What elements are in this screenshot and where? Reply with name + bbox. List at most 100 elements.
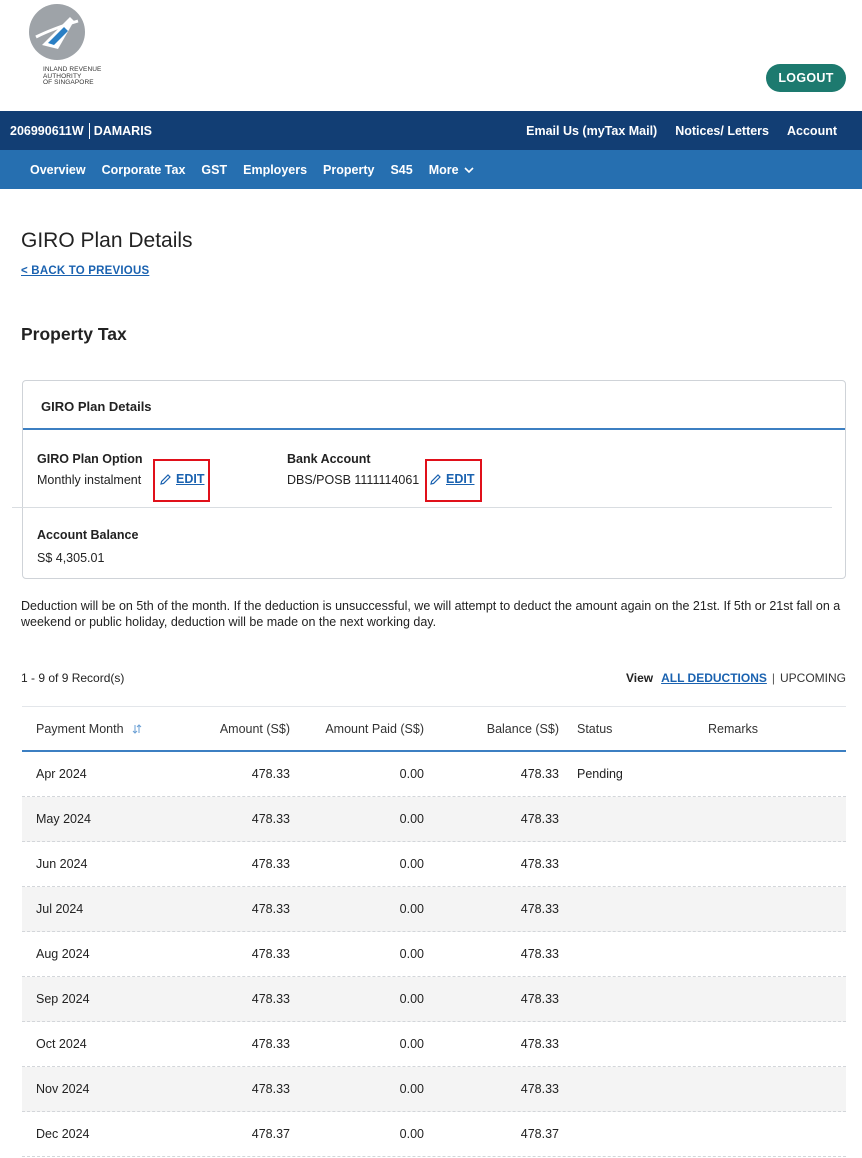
iras-logo[interactable]: INLAND REVENUE AUTHORITY OF SINGAPORE (25, 3, 115, 93)
card-divider (12, 507, 832, 508)
nav-corporate-tax[interactable]: Corporate Tax (92, 163, 192, 177)
cell-amount-paid: 0.00 (399, 947, 424, 961)
cell-payment-month: Sep 2024 (36, 992, 90, 1006)
logo-text-line3: OF SINGAPORE (43, 79, 94, 86)
col-balance: Balance (S$) (486, 722, 559, 736)
main-nav: Overview Corporate Tax GST Employers Pro… (0, 150, 862, 189)
page-title: GIRO Plan Details (21, 229, 193, 252)
nav-more[interactable]: More (419, 163, 480, 177)
nav-employers[interactable]: Employers (233, 163, 313, 177)
record-count: 1 - 9 of 9 Record(s) (21, 671, 125, 685)
table-row: Nov 2024 478.33 0.00 478.33 (22, 1067, 846, 1112)
table-row: Jul 2024 478.33 0.00 478.33 (22, 887, 846, 932)
table-row: Sep 2024 478.33 0.00 478.33 (22, 977, 846, 1022)
cell-amount-paid: 0.00 (399, 812, 424, 826)
table-row: Dec 2024 478.37 0.00 478.37 (22, 1112, 846, 1157)
deduction-notice: Deduction will be on 5th of the month. I… (21, 599, 841, 629)
cell-amount-paid: 0.00 (399, 767, 424, 781)
cell-balance: 478.33 (520, 947, 559, 961)
account-name: DAMARIS (93, 123, 153, 138)
cell-amount: 478.33 (251, 1037, 290, 1051)
section-title: Property Tax (21, 324, 127, 344)
col-status: Status (577, 722, 613, 736)
cell-amount: 478.33 (251, 1082, 290, 1096)
upcoming-link[interactable]: UPCOMING (780, 671, 846, 685)
cell-amount-paid: 0.00 (399, 857, 424, 871)
view-label: View (625, 671, 654, 685)
bank-account-label: Bank Account (287, 452, 371, 466)
cell-balance: 478.33 (520, 1037, 559, 1051)
cell-amount-paid: 0.00 (399, 902, 424, 916)
logo-text: INLAND REVENUE AUTHORITY OF SINGAPORE (43, 66, 101, 87)
cell-amount-paid: 0.00 (399, 1082, 424, 1096)
cell-payment-month: Aug 2024 (36, 947, 90, 961)
account-links: Email Us (myTax Mail) Notices/ Letters A… (526, 111, 837, 150)
table-row: Jun 2024 478.33 0.00 478.33 (22, 842, 846, 887)
plan-option-label: GIRO Plan Option (37, 452, 143, 466)
table-row: Aug 2024 478.33 0.00 478.33 (22, 932, 846, 977)
cell-balance: 478.33 (520, 992, 559, 1006)
cell-balance: 478.33 (520, 767, 559, 781)
chevron-down-icon (464, 166, 474, 173)
cell-payment-month: Dec 2024 (36, 1127, 90, 1141)
cell-amount-paid: 0.00 (399, 992, 424, 1006)
highlight-box-plan-option (153, 459, 210, 502)
back-to-previous-link[interactable]: < BACK TO PREVIOUS (21, 265, 149, 277)
site-header: INLAND REVENUE AUTHORITY OF SINGAPORE LO… (0, 0, 862, 111)
view-filter: View ALL DEDUCTIONS | UPCOMING (626, 671, 846, 685)
table-row: Apr 2024 478.33 0.00 478.33 Pending (22, 752, 846, 797)
nav-overview[interactable]: Overview (20, 163, 92, 177)
cell-status: Pending (577, 767, 623, 781)
logout-button[interactable]: LOGOUT (766, 64, 846, 92)
cell-payment-month: Jun 2024 (36, 857, 88, 871)
account-separator (88, 122, 90, 139)
col-amount-paid: Amount Paid (S$) (325, 722, 424, 736)
table-row: Oct 2024 478.33 0.00 478.33 (22, 1022, 846, 1067)
cell-amount: 478.33 (251, 857, 290, 871)
cell-payment-month: May 2024 (36, 812, 91, 826)
table-body: Apr 2024 478.33 0.00 478.33 Pending May 2024 4… (22, 752, 846, 1157)
cell-amount: 478.37 (251, 1127, 290, 1141)
email-us-link[interactable]: Email Us (myTax Mail) (526, 124, 657, 138)
cell-amount: 478.33 (251, 767, 290, 781)
cell-balance: 478.33 (520, 902, 559, 916)
bank-account-value: DBS/POSB 1111114061 (287, 473, 420, 487)
nav-property[interactable]: Property (313, 163, 380, 177)
col-remarks: Remarks (708, 722, 759, 736)
cell-payment-month: Oct 2024 (36, 1037, 87, 1051)
iras-logo-mark-icon (29, 4, 85, 60)
view-separator: | (771, 671, 775, 685)
col-payment-month-label: Payment Month (36, 722, 124, 736)
notices-letters-label: Notices/ Letters (675, 123, 769, 138)
card-header: GIRO Plan Details (23, 381, 845, 430)
cell-payment-month: Apr 2024 (36, 767, 87, 781)
deductions-table: Payment Month Amount (S$) Amount Paid (S… (22, 706, 846, 1157)
cell-payment-month: Nov 2024 (36, 1082, 90, 1096)
account-link[interactable]: Account (787, 124, 837, 138)
all-deductions-link[interactable]: ALL DEDUCTIONS (661, 671, 767, 685)
nav-gst[interactable]: GST (191, 163, 233, 177)
card-title: GIRO Plan Details (41, 399, 152, 414)
table-header: Payment Month Amount (S$) Amount Paid (S… (22, 706, 846, 752)
col-amount: Amount (S$) (219, 722, 290, 736)
notices-letters-link[interactable]: Notices/ Letters (675, 124, 769, 138)
cell-payment-month: Jul 2024 (36, 902, 84, 916)
cell-balance: 478.33 (520, 1082, 559, 1096)
cell-amount: 478.33 (251, 902, 290, 916)
plan-option-value: Monthly instalment (37, 473, 142, 487)
cell-amount: 478.33 (251, 992, 290, 1006)
cell-amount: 478.33 (251, 812, 290, 826)
table-row: May 2024 478.33 0.00 478.33 (22, 797, 846, 842)
cell-amount-paid: 0.00 (399, 1127, 424, 1141)
cell-balance: 478.33 (520, 857, 559, 871)
nav-more-label: More (428, 162, 459, 177)
highlight-box-bank-account (425, 459, 482, 502)
cell-balance: 478.37 (520, 1127, 559, 1141)
account-identity: 206990611W DAMARIS (10, 111, 152, 150)
cell-amount: 478.33 (251, 947, 290, 961)
account-balance-value: S$ 4,305.01 (37, 551, 105, 565)
cell-amount-paid: 0.00 (399, 1037, 424, 1051)
col-payment-month[interactable]: Payment Month (36, 722, 142, 736)
nav-s45[interactable]: S45 (380, 163, 418, 177)
cell-balance: 478.33 (520, 812, 559, 826)
